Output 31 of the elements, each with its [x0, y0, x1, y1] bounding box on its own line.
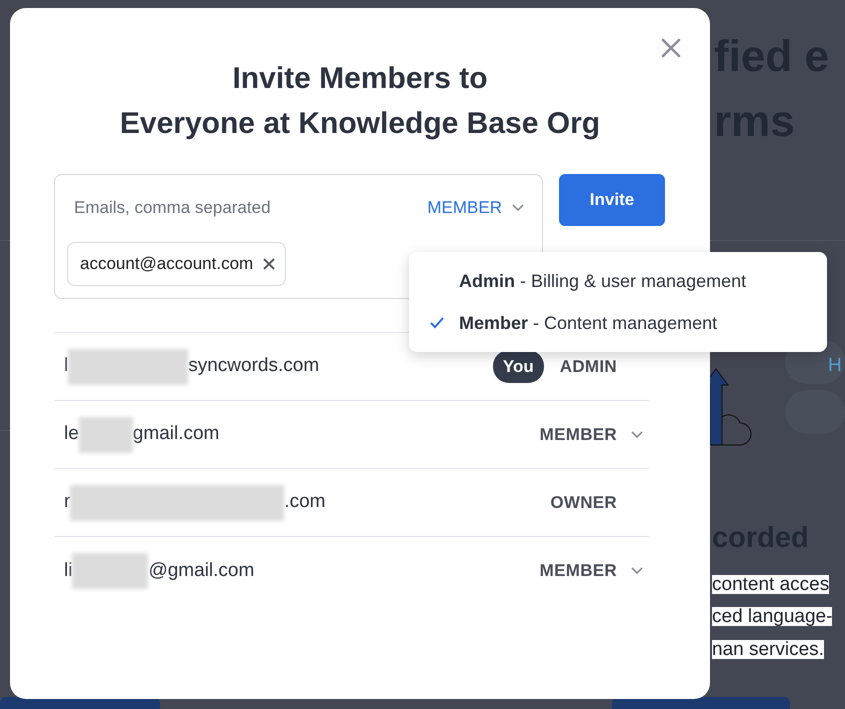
member-email: gmail.com: [132, 422, 220, 446]
role-option[interactable]: Member - Content management: [409, 302, 827, 344]
role-option-text: Admin - Billing & user management: [459, 270, 746, 293]
email-chip-text: account@account.com: [80, 253, 254, 275]
member-email: .com: [284, 490, 326, 514]
role-option-text: Member - Content management: [459, 312, 718, 335]
background-text: content acces: [712, 575, 830, 594]
remove-chip-button[interactable]: [263, 258, 276, 270]
member-email: le: [64, 422, 79, 446]
member-email: li: [64, 558, 72, 583]
close-button[interactable]: [660, 36, 682, 58]
member-role: OWNER: [550, 492, 617, 514]
member-email: @gmail.com: [148, 558, 254, 583]
invite-button[interactable]: Invite: [559, 174, 665, 226]
you-badge: You: [492, 350, 544, 384]
role-select[interactable]: MEMBER: [540, 558, 643, 584]
caret-icon: [631, 567, 643, 575]
caret-icon: [512, 204, 524, 212]
member-email: syncwords.com: [188, 354, 320, 378]
role-option[interactable]: Admin - Billing & user management: [409, 260, 827, 302]
dialog-title: Invite Members to Everyone at Knowledge Base Org: [118, 61, 602, 142]
role-select[interactable]: MEMBER: [427, 195, 524, 221]
member-role: ADMIN: [560, 356, 617, 378]
background-text: nan services.: [712, 640, 824, 659]
redacted-block: [78, 416, 133, 452]
member-email: r: [64, 490, 70, 514]
background-text: ced language-: [712, 607, 832, 626]
member-email: l: [64, 354, 68, 378]
role-select[interactable]: MEMBER: [540, 422, 643, 448]
email-placeholder: Emails, comma separated: [74, 197, 271, 220]
caret-icon: [631, 430, 643, 438]
